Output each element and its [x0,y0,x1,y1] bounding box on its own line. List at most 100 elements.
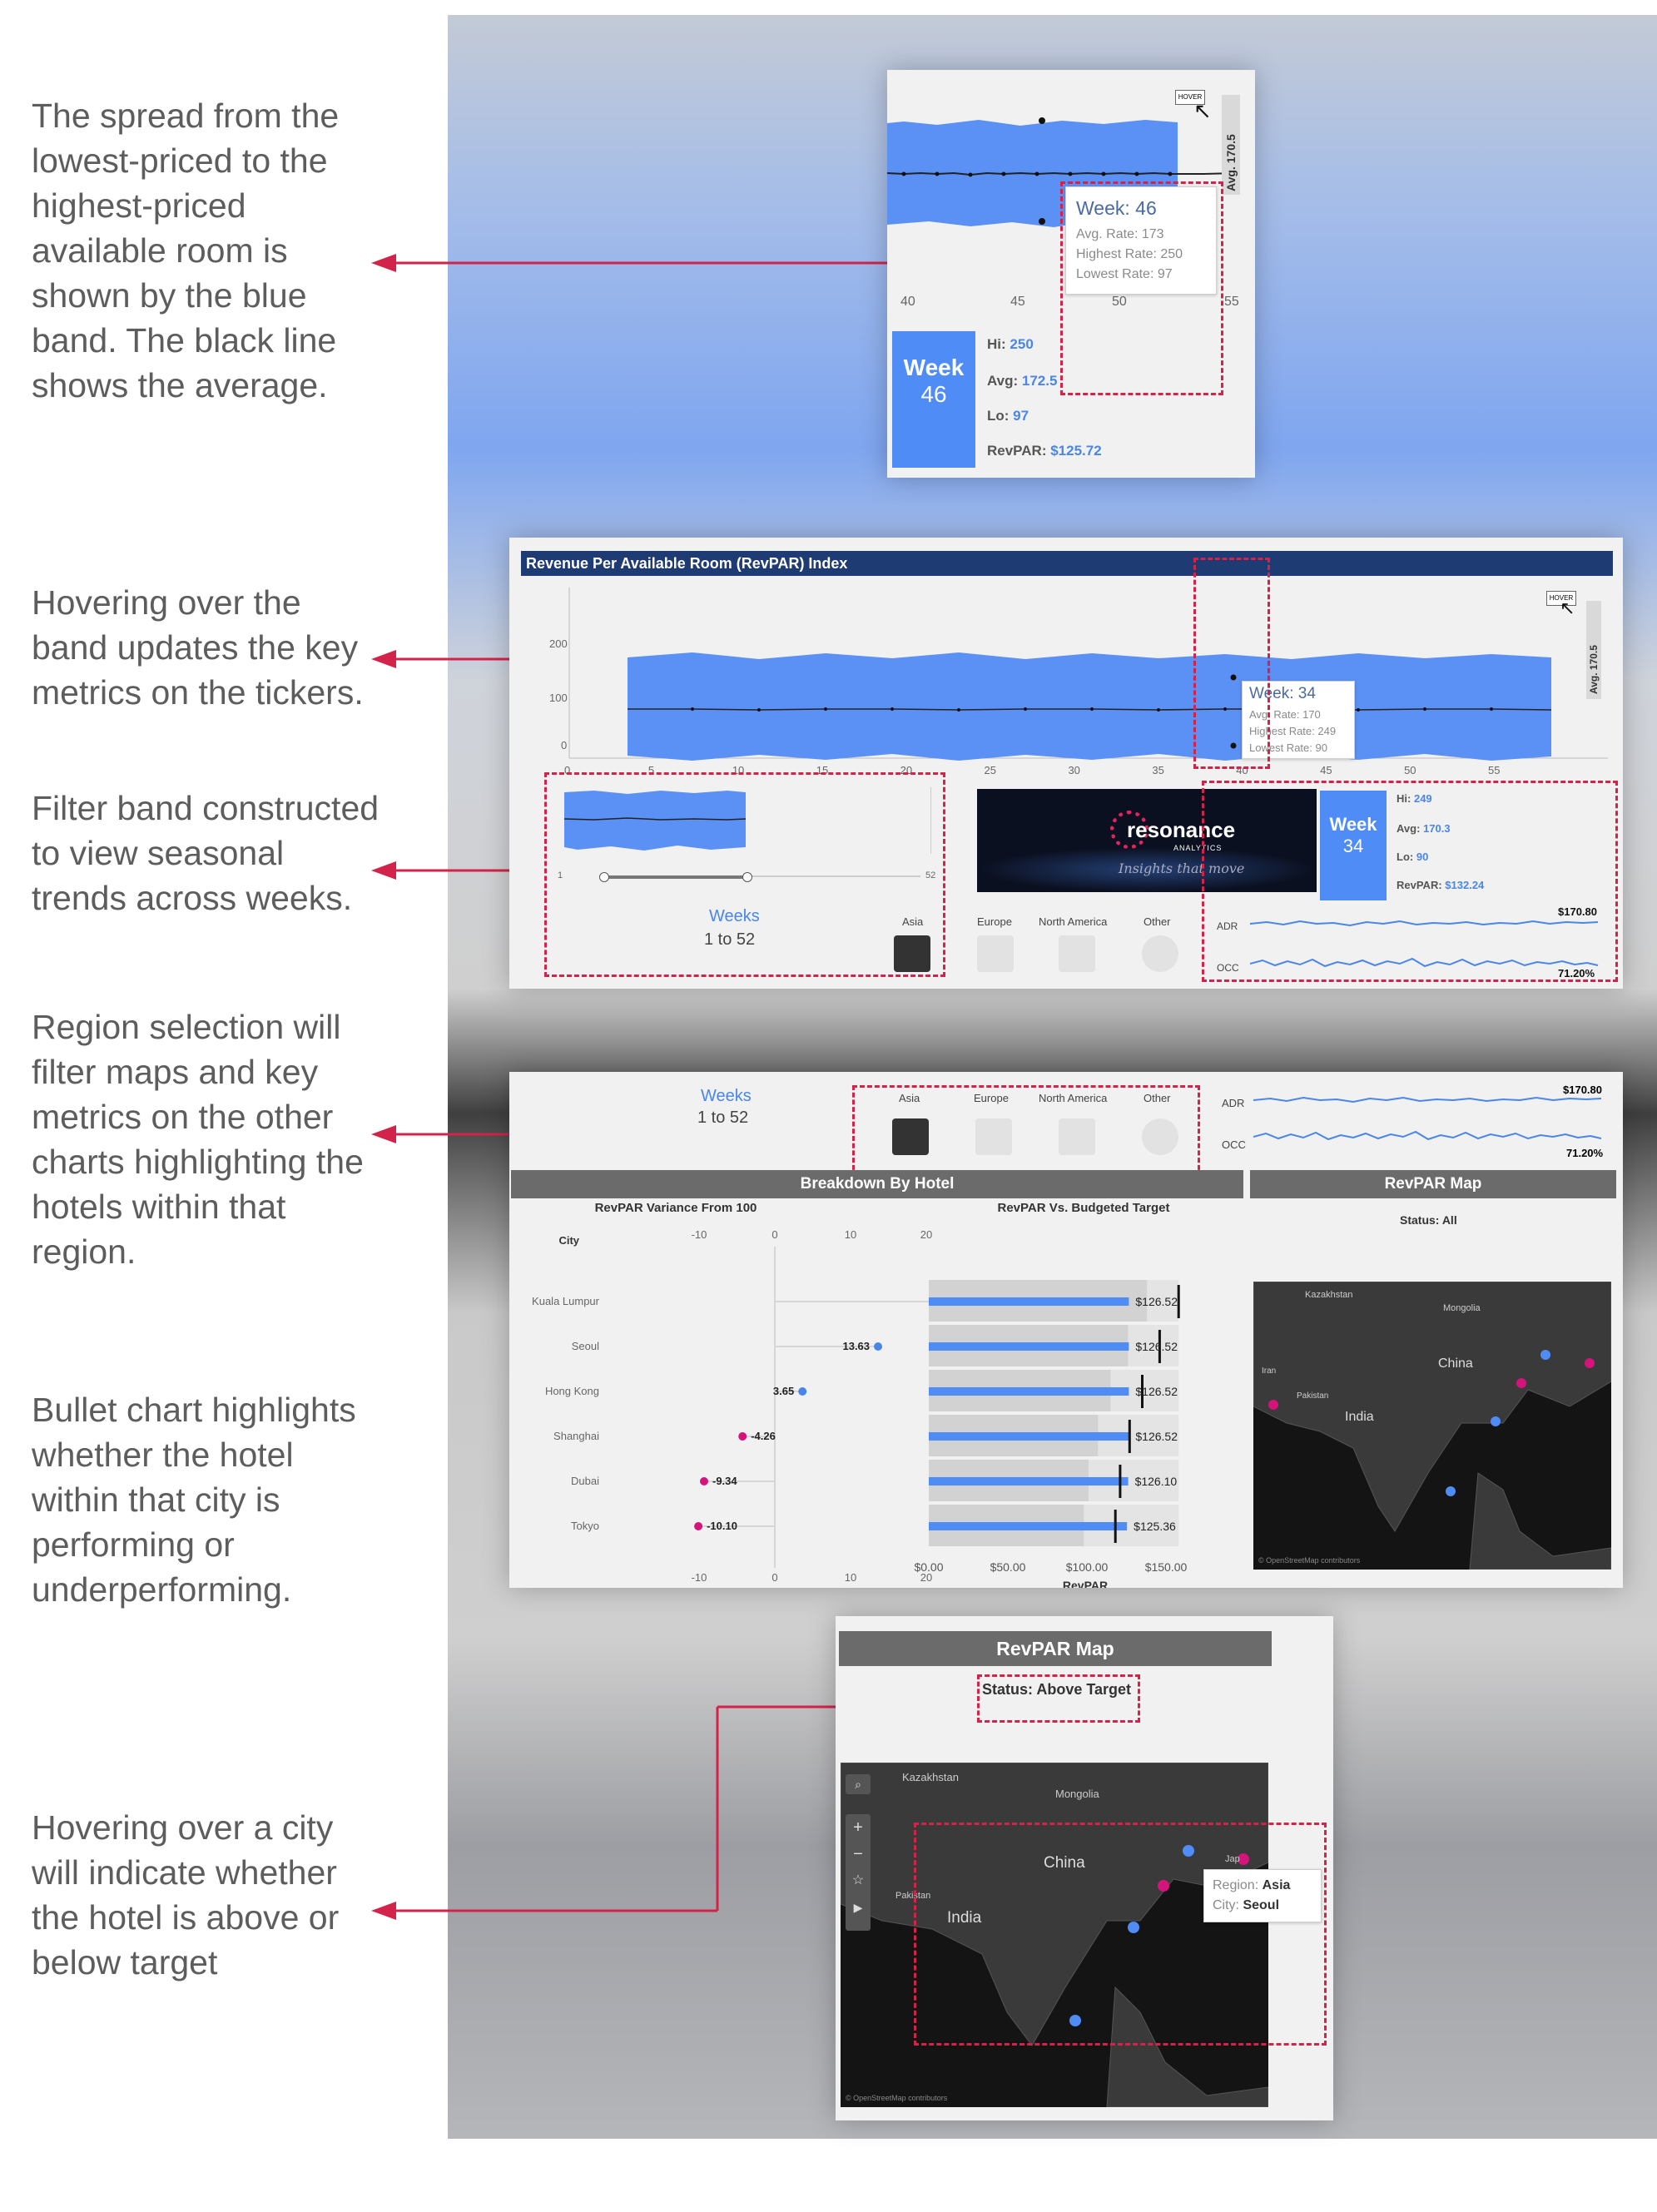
lollipop-value-label: -10.10 [707,1520,737,1532]
bullet-bar [929,1477,1129,1485]
cursor-icon: ↖ [1560,598,1575,618]
lollipop-dot [874,1342,883,1351]
avg-reference-tab: Avg. 170.5 [1586,601,1601,699]
x-tick: 30 [1068,764,1080,776]
lo-label: Lo: [987,408,1010,424]
bullet-bar [929,1522,1128,1530]
x-tick: 45 [1320,764,1332,776]
bullet-tick: $150.00 [1145,1560,1188,1574]
bullet-tick: $100.00 [1066,1560,1109,1574]
map-search-icon[interactable]: ⌕ [846,1774,871,1794]
avg-value: 172.5 [1021,373,1058,389]
lollipop-tick-top: 20 [920,1228,932,1241]
highlight-hovered-week [1193,558,1270,769]
panel-breakdown: Weeks 1 to 52 Asia Europe North America … [509,1072,1623,1588]
week-ticker-title: Week [903,355,965,380]
region-other-label: Other [1144,915,1171,928]
region-north-america-label: North America [1039,915,1108,928]
y-tick: 200 [549,637,568,650]
map-landmass [1253,1282,1611,1570]
avg-reference-label: Avg. 170.5 [1588,645,1600,694]
adr-label: ADR [1222,1097,1245,1109]
avg-reference-tab: Avg. 170.5 [1222,95,1240,195]
weeks-label: Weeks [701,1087,752,1105]
panel-map-hover: RevPAR Map Status: Above Target ⌕ + − ☆ … [836,1616,1333,2120]
x-tick: 35 [1152,764,1164,776]
revpar-label: RevPAR: [987,443,1047,459]
lollipop-tick-top: 10 [845,1228,856,1241]
lo-value: 97 [1013,408,1029,424]
lollipop-tick-top: 0 [771,1228,777,1241]
region-europe-label: Europe [977,915,1012,928]
x-tick: 25 [984,764,996,776]
highlight-status [977,1674,1140,1723]
avg-label: Avg: [987,373,1019,389]
map-label: Kazakhstan [902,1771,959,1783]
y-tick: 100 [549,692,568,704]
city-label: Hong Kong [545,1385,599,1397]
map-status: Status: All [1400,1213,1457,1227]
lollipop-value-label: -9.34 [712,1475,737,1487]
weeks-range: 1 to 52 [697,1108,749,1127]
map-label: Iran [1262,1366,1277,1376]
lollipop-tick-bottom: 0 [771,1571,777,1584]
bullet-value-label: $126.52 [1135,1340,1178,1353]
lollipop-tick-top: -10 [692,1228,707,1241]
map-label: India [1345,1410,1374,1424]
band-chart-main[interactable] [568,588,1608,762]
bullet-value-label: $126.52 [1135,1385,1178,1398]
city-label: Tokyo [571,1520,599,1532]
y-tick: 0 [561,739,568,751]
bullet-value-label: $126.52 [1135,1295,1178,1308]
lollipop-ylabel: City [558,1234,579,1247]
region-north-america-button[interactable] [1059,935,1095,972]
map-title: RevPAR Map [839,1631,1272,1666]
lollipop-value-label: 13.63 [842,1340,870,1352]
highlight-map-hover [914,1823,1327,2046]
highlight-tooltip [1060,181,1223,395]
revpar-map-all[interactable]: Kazakhstan Mongolia China India Iran Pak… [1253,1282,1611,1570]
pin-icon[interactable]: ☆ [846,1867,871,1894]
bullet-bar [929,1342,1129,1351]
city-label: Dubai [571,1475,599,1487]
week-ticker-value: 46 [920,381,947,407]
occ-label: OCC [1222,1138,1246,1151]
adr-sparkline [1253,1096,1602,1104]
lollipop-dot [694,1522,703,1530]
bullet-xlabel: RevPAR [1063,1579,1108,1588]
tooltip-week-value: 34 [1297,685,1316,702]
bullet-value-label: $126.52 [1135,1430,1178,1443]
lollipop-value-label: 3.65 [773,1385,794,1397]
bullet-tick: $0.00 [914,1560,943,1574]
city-label: Kuala Lumpur [532,1295,600,1307]
occ-value: 71.20% [1566,1147,1604,1159]
x-tick: 55 [1224,295,1239,309]
adr-value: $170.80 [1563,1084,1602,1096]
region-other-globe-icon[interactable] [1142,935,1178,972]
map-label: Pakistan [1297,1391,1329,1401]
lollipop-dot [738,1432,747,1441]
x-tick: 50 [1404,764,1416,776]
zoom-in-icon[interactable]: + [846,1814,871,1841]
week-ticker: Week 46 [892,331,975,468]
panel-dashboard: Revenue Per Available Room (RevPAR) Inde… [509,538,1623,989]
bullet-bar [929,1432,1129,1441]
play-icon[interactable]: ▶ [846,1894,871,1921]
revpar-value: $125.72 [1050,443,1102,459]
region-europe-button[interactable] [977,935,1014,972]
dashboard-title: Revenue Per Available Room (RevPAR) Inde… [521,551,1613,576]
lollipop-title: RevPAR Variance From 100 [595,1201,757,1215]
lollipop-tick-bottom: -10 [692,1571,707,1584]
lollipop-dot [798,1387,807,1396]
map-label: Mongolia [1055,1788,1099,1800]
breakdown-title: Breakdown By Hotel [511,1170,1243,1198]
bullet-value-label: $126.10 [1135,1475,1178,1488]
bullet-value-label: $125.36 [1134,1520,1176,1533]
bullet-bar [929,1297,1129,1306]
x-tick: 55 [1488,764,1501,776]
highlight-tickers [1202,781,1618,982]
bullet-title: RevPAR Vs. Budgeted Target [998,1201,1170,1215]
zoom-out-icon[interactable]: − [846,1841,871,1867]
city-label: Seoul [572,1340,599,1352]
map-label: Kazakhstan [1305,1290,1353,1300]
